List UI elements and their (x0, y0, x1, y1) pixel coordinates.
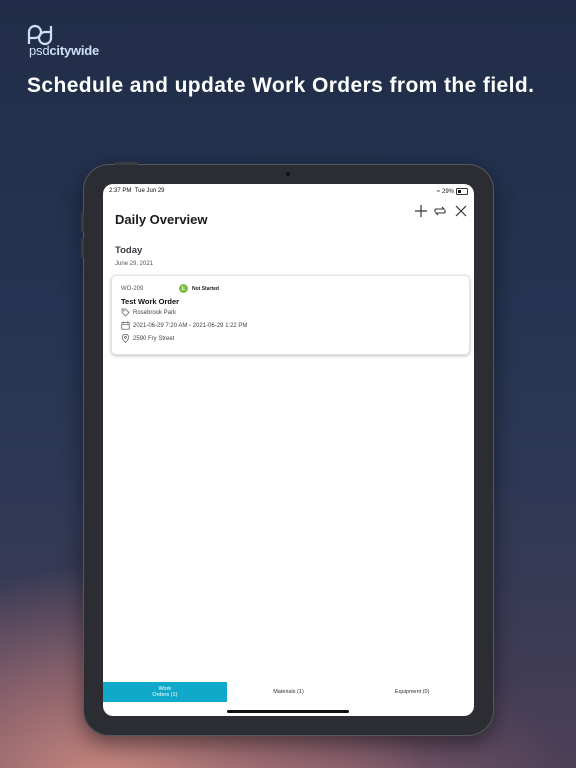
camera (286, 172, 290, 176)
page-title: Daily Overview (115, 212, 208, 227)
bottom-tab-bar: Work Orders (1) Materials (1) Equipment (… (103, 682, 474, 702)
work-order-schedule: 2021-06-29 7:20 AM - 2021-06-29 1:22 PM (133, 322, 248, 329)
tab-equipment[interactable]: Equipment (0) (350, 682, 474, 702)
volume-button (81, 238, 84, 258)
work-order-card[interactable]: WO-209 L Not Started Test Work Order Ros… (111, 275, 470, 355)
schedule-row: 2021-06-29 7:20 AM - 2021-06-29 1:22 PM (121, 321, 247, 330)
brand-logo: psdcitywide (26, 24, 116, 58)
tab-materials[interactable]: Materials (1) (227, 682, 351, 702)
tab-work-orders[interactable]: Work Orders (1) (103, 682, 227, 702)
top-button (114, 162, 138, 165)
sync-icon[interactable] (433, 204, 447, 218)
status-label: Not Started (192, 285, 219, 292)
status-bar-right: ≈ 29% (437, 188, 468, 195)
battery-icon (456, 188, 468, 195)
address-row: 2590 Fry Street (121, 334, 174, 343)
location-row: Rosebrook Park (121, 308, 176, 317)
status-dot: L (179, 284, 188, 293)
section-title: Today (115, 245, 143, 256)
tag-icon (121, 308, 130, 317)
status-badge: L Not Started (179, 284, 219, 293)
home-indicator[interactable] (227, 710, 349, 713)
location-pin-icon (121, 334, 130, 343)
calendar-icon (121, 321, 130, 330)
wifi-icon: ≈ (436, 188, 440, 195)
volume-button (81, 212, 84, 232)
app-screen: 2:37 PM Tue Jun 29 ≈ 29% Daily Overview … (103, 184, 474, 716)
work-order-address: 2590 Fry Street (133, 335, 175, 342)
work-order-location: Rosebrook Park (133, 309, 177, 316)
battery-percent: 29% (441, 188, 454, 195)
work-order-title: Test Work Order (121, 297, 180, 306)
logo-wordmark: psdcitywide (29, 43, 100, 58)
close-icon[interactable] (454, 204, 468, 218)
plus-icon[interactable] (414, 204, 428, 218)
work-order-id: WO-209 (121, 286, 144, 292)
section-date: June 29, 2021 (115, 261, 154, 267)
status-bar-time: 2:37 PM Tue Jun 29 (109, 188, 165, 194)
headline: Schedule and update Work Orders from the… (27, 74, 535, 97)
